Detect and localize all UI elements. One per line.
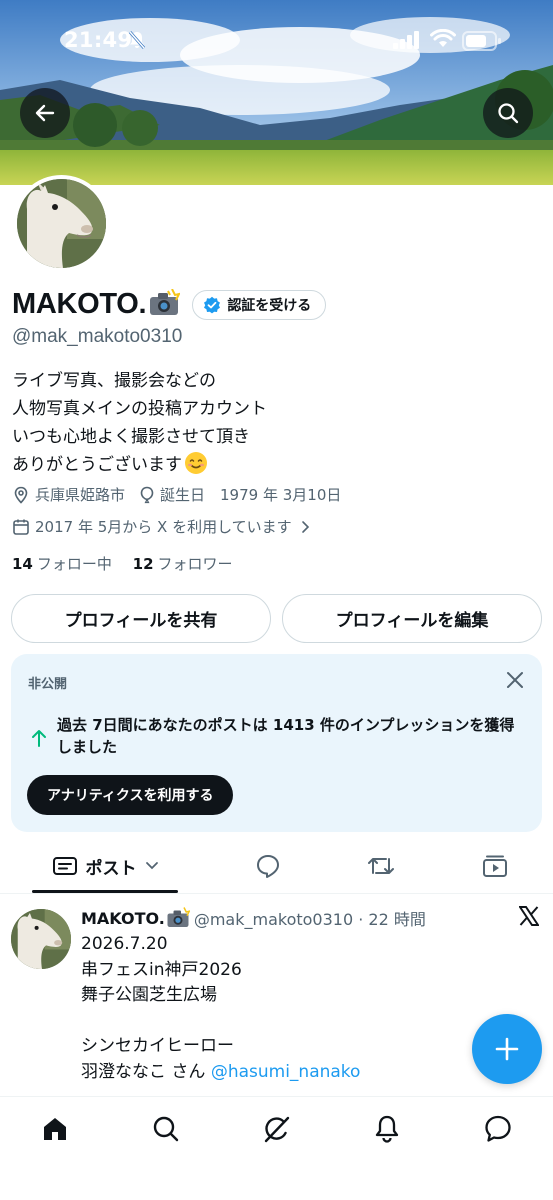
nav-notifications[interactable]	[369, 1111, 405, 1147]
profile-bio: ライブ写真、撮影会などの 人物写真メインの投稿アカウント いつも心地よく撮影させ…	[12, 367, 267, 479]
post-line: 舞子公園芝生広場	[81, 985, 217, 1005]
tab-posts-label: ポスト	[85, 858, 137, 879]
profile-birthday: 誕生日 1979 年 3月10日	[160, 486, 342, 504]
speech-bubble-icon	[257, 855, 279, 878]
followers-count: 12	[132, 555, 154, 573]
following-link[interactable]: 14 フォロー中	[12, 555, 112, 573]
get-verified-button[interactable]: 認証を受ける	[192, 289, 327, 320]
following-count: 14	[12, 555, 33, 573]
nav-search[interactable]	[148, 1111, 184, 1147]
post-handle-time: @mak_makoto0310 · 22 時間	[193, 910, 426, 929]
tab-reposts[interactable]	[356, 838, 406, 894]
search-button[interactable]	[483, 88, 533, 138]
profile-tabs: ポスト	[0, 838, 553, 894]
name-row: MAKOTO. 認証を受ける	[12, 288, 327, 321]
location-pin-icon	[12, 486, 30, 504]
nav-messages[interactable]	[480, 1111, 516, 1147]
tab-media[interactable]	[470, 838, 520, 894]
post-mention-link[interactable]: @hasumi_nanako	[211, 1062, 361, 1082]
chevron-down-icon	[145, 862, 158, 870]
search-icon	[498, 103, 519, 124]
post-line	[81, 1009, 360, 1035]
repost-icon	[368, 858, 394, 874]
home-icon	[44, 1118, 66, 1140]
x-logo-icon	[519, 906, 539, 926]
profile-handle: @mak_makoto0310	[12, 326, 183, 347]
camera-flash-emoji-icon	[148, 288, 182, 321]
following-label: フォロー中	[36, 555, 112, 573]
posts-feed-icon	[52, 857, 77, 875]
post-author-name[interactable]: MAKOTO.	[81, 909, 165, 928]
bio-line: ライブ写真、撮影会などの	[12, 371, 216, 391]
use-analytics-button[interactable]: アナリティクスを利用する	[27, 775, 234, 815]
bell-slash-icon	[128, 31, 146, 49]
llama-avatar-image	[17, 179, 106, 268]
get-verified-label: 認証を受ける	[227, 297, 312, 314]
display-name: MAKOTO.	[12, 288, 147, 320]
profile-banner[interactable]: 21:49	[0, 0, 553, 185]
calendar-icon	[12, 518, 30, 536]
profile-location: 兵庫県姫路市	[35, 486, 126, 504]
post-author-avatar[interactable]	[11, 909, 71, 969]
share-profile-button[interactable]: プロフィールを共有	[11, 594, 271, 643]
bio-line: 人物写真メインの投稿アカウント	[12, 399, 267, 419]
bell-icon	[375, 1115, 399, 1143]
arrow-up-icon	[32, 730, 46, 747]
battery-icon	[462, 31, 501, 51]
joined-date-link[interactable]: 2017 年 5月から X を利用しています	[12, 516, 315, 537]
video-icon	[483, 855, 507, 877]
verified-badge-icon	[204, 296, 221, 313]
followers-link[interactable]: 12 フォロワー	[133, 555, 233, 573]
camera-flash-emoji-icon	[167, 907, 190, 927]
back-button[interactable]	[20, 88, 70, 138]
balloon-icon	[139, 486, 155, 504]
status-bar: 21:49	[0, 0, 553, 80]
followers-label: フォロワー	[157, 555, 233, 573]
tab-posts[interactable]: ポスト	[32, 838, 178, 894]
post-text: 2026.7.20 串フェスin神戸2026 舞子公園芝生広場 シンセカイヒーロ…	[81, 932, 360, 1085]
post-line: 串フェスin神戸2026	[81, 959, 242, 980]
post-line: シンセカイヒーロー	[81, 1036, 234, 1056]
impressions-message: 過去 7日間にあなたのポストは 1413 件のインプレッションを獲得しました	[57, 716, 515, 756]
tab-replies[interactable]	[243, 838, 293, 894]
grok-icon	[264, 1116, 290, 1143]
profile-avatar[interactable]	[13, 175, 110, 272]
smiling-face-emoji-icon	[185, 452, 207, 474]
post-line-mention: 羽澄ななこ さん @hasumi_nanako	[81, 1060, 360, 1086]
wifi-icon	[430, 29, 456, 47]
active-tab-indicator	[32, 890, 178, 893]
follow-stats: 14 フォロー中 12 フォロワー	[12, 553, 233, 574]
chevron-right-icon	[300, 520, 310, 534]
profile-joined: 2017 年 5月から X を利用しています	[35, 518, 292, 536]
post-header: MAKOTO. @mak_makoto0310 · 22 時間	[81, 906, 426, 930]
plus-icon	[495, 1037, 519, 1061]
chat-bubble-icon	[485, 1115, 511, 1142]
status-time: 21:49	[64, 28, 133, 52]
profile-meta-row: 兵庫県姫路市 誕生日 1979 年 3月10日	[12, 484, 341, 505]
search-icon	[153, 1116, 179, 1142]
nav-grok[interactable]	[259, 1111, 295, 1147]
post-line: 2026.7.20	[81, 934, 168, 954]
bio-line: ありがとうございます	[12, 455, 182, 475]
analytics-card: 非公開 過去 7日間にあなたのポストは 1413 件のインプレッションを獲得しま…	[11, 654, 542, 832]
cellular-signal-icon	[393, 31, 419, 49]
nav-home[interactable]	[37, 1111, 73, 1147]
bio-line-last: ありがとうございます	[12, 451, 267, 479]
arrow-left-icon	[35, 104, 55, 122]
compose-post-button[interactable]	[472, 1014, 542, 1084]
llama-avatar-image	[11, 909, 71, 969]
edit-profile-button[interactable]: プロフィールを編集	[282, 594, 542, 643]
post-line-text: 羽澄ななこ さん	[81, 1061, 211, 1082]
bio-line: いつも心地よく撮影させて頂き	[12, 427, 250, 447]
private-label: 非公開	[28, 677, 68, 692]
close-icon[interactable]	[506, 671, 524, 689]
bottom-navigation	[0, 1096, 553, 1200]
